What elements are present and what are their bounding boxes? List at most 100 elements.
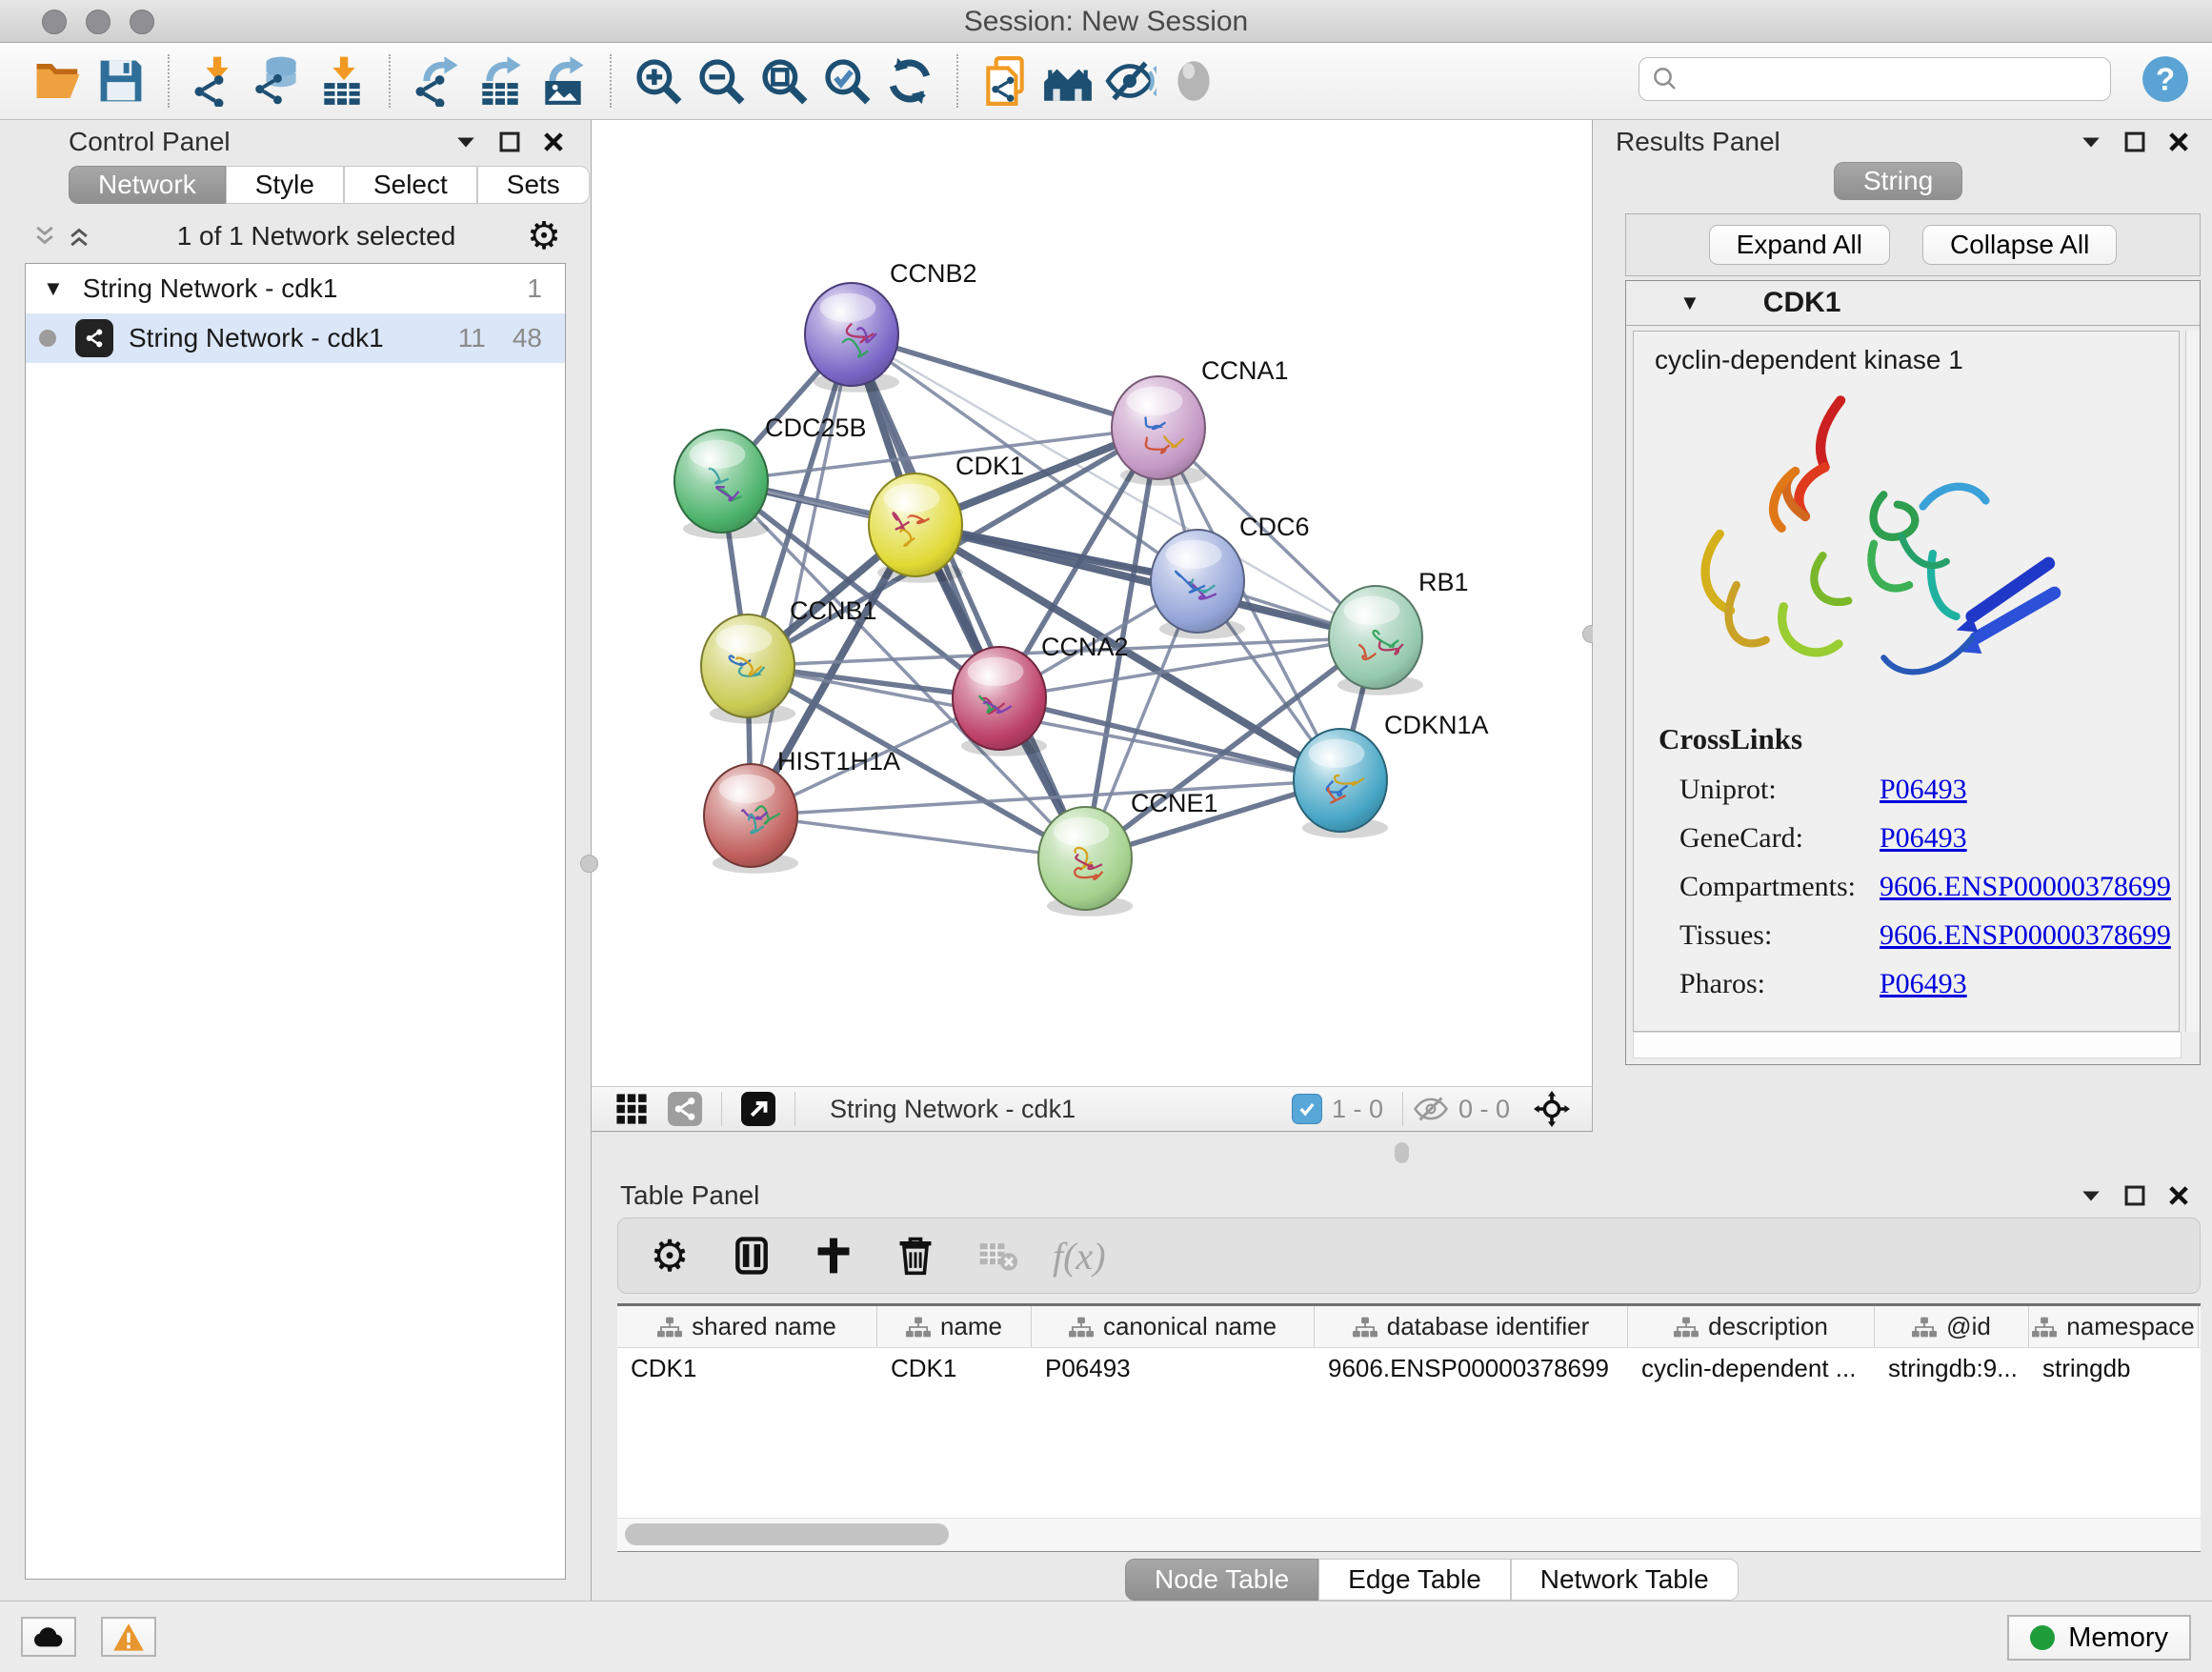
- table-horizontal-scrollbar[interactable]: [617, 1518, 2201, 1551]
- share-network-icon[interactable]: [666, 1090, 704, 1128]
- network-canvas[interactable]: CCNB2CCNA1CDC25BCDK1CDC6RB1CCNB1CCNA2CDK…: [592, 120, 1591, 1084]
- fit-selected-crosshair-icon[interactable]: [1533, 1090, 1571, 1128]
- gene-section-header[interactable]: ▼ CDK1: [1626, 281, 2200, 326]
- function-builder-icon[interactable]: f(x): [1053, 1234, 1106, 1279]
- gene-collapse-icon[interactable]: ▼: [1679, 291, 1700, 315]
- tab-string[interactable]: String: [1834, 162, 1962, 200]
- table-settings-gear-icon[interactable]: ⚙: [643, 1229, 696, 1282]
- crosslink-value-link[interactable]: 9606.ENSP00000378699: [1880, 871, 2171, 903]
- network-node-CDKN1A[interactable]: CDKN1A: [1294, 711, 1489, 838]
- control-panel-close-icon[interactable]: [541, 130, 566, 154]
- table-cell[interactable]: cyclin-dependent ...: [1628, 1348, 1875, 1389]
- zoom-selected-button[interactable]: [815, 51, 878, 111]
- node-label-CCNA2: CCNA2: [1041, 633, 1129, 661]
- network-row[interactable]: String Network - cdk1 11 48: [26, 313, 565, 363]
- results-panel-float-icon[interactable]: [2122, 130, 2147, 154]
- memory-label: Memory: [2068, 1622, 2168, 1654]
- table-scrollbar-thumb[interactable]: [625, 1523, 949, 1545]
- network-node-CCNA2[interactable]: CCNA2: [953, 633, 1129, 756]
- table-cell[interactable]: CDK1: [617, 1348, 877, 1389]
- crosslink-value-link[interactable]: 9606.ENSP00000378699: [1880, 919, 2171, 952]
- crosslinks-heading: CrossLinks: [1659, 722, 2171, 756]
- create-column-icon[interactable]: [807, 1229, 860, 1282]
- column-header-database-identifier[interactable]: database identifier: [1315, 1306, 1628, 1347]
- cloud-status-button[interactable]: [21, 1617, 76, 1657]
- share-session-button[interactable]: [974, 51, 1036, 111]
- table-panel-float-icon[interactable]: [2122, 1183, 2147, 1208]
- tab-network-table[interactable]: Network Table: [1511, 1559, 1739, 1601]
- expand-all-networks-icon[interactable]: [67, 224, 91, 249]
- zoom-fit-button[interactable]: [753, 51, 815, 111]
- table-cell[interactable]: stringdb: [2029, 1348, 2199, 1389]
- horizontal-splitter[interactable]: [592, 1132, 2212, 1174]
- open-session-button[interactable]: [27, 51, 90, 111]
- table-cell[interactable]: CDK1: [877, 1348, 1032, 1389]
- column-header-canonical-name[interactable]: canonical name: [1032, 1306, 1315, 1347]
- save-session-button[interactable]: [90, 51, 152, 111]
- import-network-button[interactable]: [185, 51, 248, 111]
- table-cell[interactable]: 9606.ENSP00000378699: [1315, 1348, 1628, 1389]
- collapse-all-button[interactable]: Collapse All: [1922, 225, 2117, 265]
- network-collection-row[interactable]: ▼ String Network - cdk1 1: [26, 264, 565, 313]
- warnings-button[interactable]: [101, 1617, 156, 1657]
- tab-edge-table[interactable]: Edge Table: [1318, 1559, 1511, 1601]
- delete-column-icon[interactable]: [889, 1229, 942, 1282]
- export-table-button[interactable]: [469, 51, 532, 111]
- tab-sets[interactable]: Sets: [477, 166, 590, 204]
- results-panel-caret-icon[interactable]: [2079, 130, 2103, 154]
- crosslink-value-link[interactable]: P06493: [1880, 822, 1967, 855]
- table-cell[interactable]: stringdb:9...: [1875, 1348, 2029, 1389]
- export-network-button[interactable]: [406, 51, 469, 111]
- show-grid-icon[interactable]: [613, 1090, 651, 1128]
- tab-style[interactable]: Style: [226, 166, 344, 204]
- inactive-eye-button[interactable]: [1162, 51, 1225, 111]
- table-panel-caret-icon[interactable]: [2079, 1183, 2103, 1208]
- import-table-button[interactable]: [311, 51, 373, 111]
- column-header-namespace[interactable]: namespace: [2029, 1306, 2199, 1347]
- selected-nodes-checkbox[interactable]: [1292, 1094, 1322, 1124]
- table-row[interactable]: CDK1CDK1P064939606.ENSP00000378699cyclin…: [617, 1348, 2201, 1389]
- zoom-out-button[interactable]: [690, 51, 753, 111]
- tab-select[interactable]: Select: [344, 166, 477, 204]
- splitter-handle[interactable]: [1395, 1142, 1409, 1163]
- left-splitter-handle[interactable]: [580, 855, 598, 873]
- tab-network[interactable]: Network: [69, 166, 226, 204]
- results-list: ▼ CDK1 cyclin-dependent kinase 1: [1625, 280, 2201, 1065]
- collapse-all-networks-icon[interactable]: [32, 224, 57, 249]
- network-node-CCNB2[interactable]: CCNB2: [805, 259, 977, 393]
- network-options-gear-icon[interactable]: ⚙: [532, 224, 556, 249]
- tab-node-table[interactable]: Node Table: [1125, 1559, 1318, 1601]
- export-image-button[interactable]: [532, 51, 594, 111]
- network-node-RB1[interactable]: RB1: [1329, 568, 1469, 695]
- crosslinks-section: CrossLinks Uniprot: P06493 GeneCard: P06…: [1659, 722, 2171, 1017]
- window-title: Session: New Session: [0, 6, 2212, 38]
- column-header-description[interactable]: description: [1628, 1306, 1875, 1347]
- table-cell[interactable]: P06493: [1032, 1348, 1315, 1389]
- collection-expand-icon[interactable]: ▼: [43, 276, 64, 301]
- results-panel-close-icon[interactable]: [2166, 130, 2191, 154]
- control-panel-float-icon[interactable]: [497, 130, 522, 154]
- zoom-in-button[interactable]: [627, 51, 690, 111]
- table-panel-close-icon[interactable]: [2166, 1183, 2191, 1208]
- column-header--id[interactable]: @id: [1875, 1306, 2029, 1347]
- show-columns-icon[interactable]: [725, 1229, 778, 1282]
- results-horizontal-scrollbar[interactable]: [1633, 1032, 2182, 1058]
- network-node-HIST1H1A[interactable]: HIST1H1A: [704, 747, 900, 874]
- show-all-panels-button[interactable]: [1036, 51, 1099, 111]
- help-button[interactable]: ?: [2140, 53, 2191, 105]
- results-vertical-scrollbar[interactable]: [2185, 331, 2200, 1032]
- network-node-CDC6[interactable]: CDC6: [1151, 513, 1310, 639]
- hide-panels-button[interactable]: [1099, 51, 1162, 111]
- column-header-shared-name[interactable]: shared name: [617, 1306, 877, 1347]
- column-header-name[interactable]: name: [877, 1306, 1032, 1347]
- crosslink-value-link[interactable]: P06493: [1880, 774, 1967, 806]
- import-network-from-database-button[interactable]: [248, 51, 311, 111]
- search-input[interactable]: [1679, 64, 2110, 95]
- apply-layout-button[interactable]: [878, 51, 941, 111]
- control-panel-caret-icon[interactable]: [453, 130, 478, 154]
- crosslink-value-link[interactable]: P06493: [1880, 968, 1967, 1000]
- delete-table-icon[interactable]: [971, 1229, 1024, 1282]
- expand-all-button[interactable]: Expand All: [1709, 225, 1890, 265]
- birdseye-view-icon[interactable]: [739, 1090, 777, 1128]
- memory-button[interactable]: Memory: [2007, 1615, 2191, 1661]
